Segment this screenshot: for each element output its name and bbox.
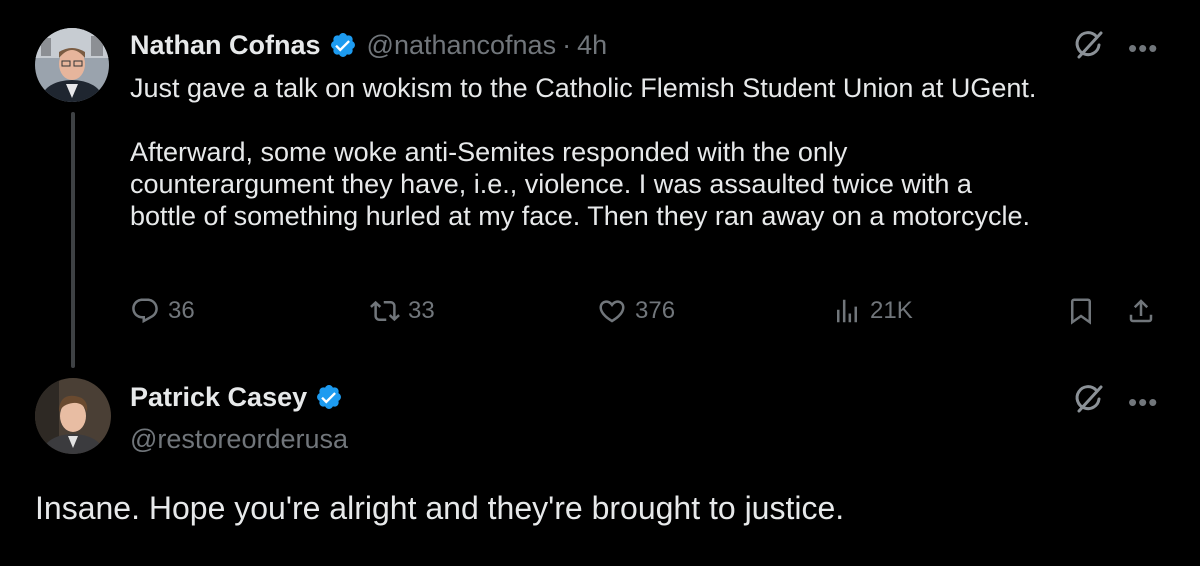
reply-button[interactable]: 36: [130, 296, 195, 326]
reply-icon: [132, 298, 158, 324]
tweet2-text: Insane. Hope you're alright and they're …: [35, 490, 845, 526]
like-count: 376: [635, 297, 676, 324]
views-count: 21K: [870, 297, 913, 324]
avatar-nathan-cofnas[interactable]: [35, 28, 109, 102]
more-icon[interactable]: •••: [1128, 35, 1158, 61]
tweet1-paragraph-1: Just gave a talk on wokism to the Cathol…: [130, 72, 1036, 104]
grok-icon[interactable]: [1072, 28, 1106, 67]
tweet1-line: Afterward, some woke anti-Semites respon…: [130, 137, 848, 167]
reply-count: 36: [168, 297, 195, 324]
tweet1-paragraph-2: Afterward, some woke anti-Semites respon…: [130, 136, 1036, 232]
views-button[interactable]: 21K: [832, 296, 913, 326]
author-handle[interactable]: @nathancofnas: [367, 30, 557, 61]
author-name[interactable]: Nathan Cofnas: [130, 30, 321, 61]
tweet1-header: Nathan Cofnas @nathancofnas · 4h: [130, 28, 607, 62]
bookmark-button[interactable]: [1066, 296, 1096, 326]
tweet1-body: Just gave a talk on wokism to the Cathol…: [130, 72, 1036, 232]
views-icon: [837, 299, 857, 323]
bookmark-icon: [1071, 298, 1091, 325]
separator-dot: ·: [562, 29, 572, 60]
author-handle[interactable]: @restoreorderusa: [130, 424, 348, 455]
like-button[interactable]: 376: [597, 296, 675, 326]
tweet2-header: Patrick Casey: [130, 380, 343, 414]
verified-badge-icon[interactable]: [329, 31, 357, 59]
author-name[interactable]: Patrick Casey: [130, 382, 307, 413]
avatar-patrick-casey[interactable]: [35, 378, 111, 454]
repost-icon: [370, 300, 400, 322]
verified-badge-icon[interactable]: [315, 383, 343, 411]
like-icon: [599, 300, 625, 323]
more-icon[interactable]: •••: [1128, 389, 1158, 415]
repost-button[interactable]: 33: [370, 296, 435, 326]
repost-count: 33: [408, 297, 435, 324]
tweet1-line: Just gave a talk on wokism to the Cathol…: [130, 73, 1037, 103]
thread-connector-line: [71, 112, 75, 368]
tweet1-actions: 36 33 376 21K: [130, 296, 1160, 332]
share-button[interactable]: [1126, 296, 1156, 326]
tweet1-line: bottle of something hurled at my face. T…: [130, 201, 1030, 231]
tweet-time[interactable]: 4h: [577, 30, 607, 61]
share-icon: [1129, 299, 1153, 323]
tweet2-top-icons: •••: [1072, 382, 1158, 421]
tweet1-top-icons: •••: [1072, 28, 1158, 67]
grok-icon[interactable]: [1072, 382, 1106, 421]
tweet1-line: counterargument they have, i.e., violenc…: [130, 169, 972, 199]
